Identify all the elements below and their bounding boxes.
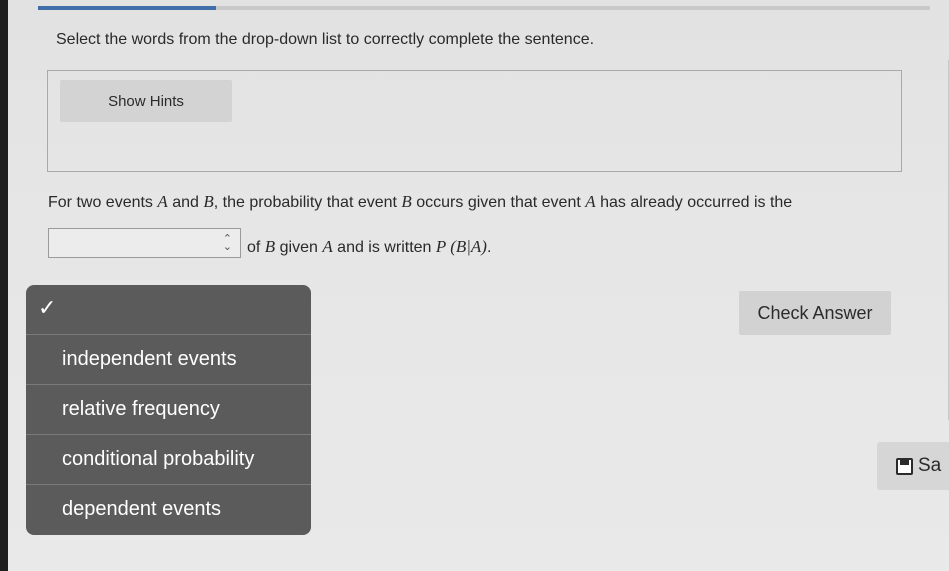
show-hints-button[interactable]: Show Hints <box>60 80 232 122</box>
answer-select[interactable]: ⌃ ⌄ <box>48 228 241 258</box>
progress-bar <box>38 6 930 10</box>
save-label: Sa <box>918 455 942 476</box>
sentence-text: given <box>275 239 323 256</box>
save-button[interactable]: Sa <box>877 442 949 490</box>
variable-a: A <box>157 192 168 211</box>
check-answer-button[interactable]: Check Answer <box>739 291 891 335</box>
sentence-text: of <box>247 239 265 256</box>
variable-b: B <box>264 237 276 256</box>
sentence-line-2: of B given A and is written P (B|A). <box>247 237 491 257</box>
variable-b: B <box>203 192 214 211</box>
variable-b: B <box>401 192 412 211</box>
checkmark-icon[interactable]: ✓ <box>38 295 56 321</box>
dropdown-option[interactable]: dependent events <box>26 484 311 533</box>
progress-fill <box>38 6 217 10</box>
sentence-text: , the probability that event <box>213 194 402 211</box>
dropdown-menu: ✓ independent events relative frequency … <box>26 285 311 535</box>
sentence-text: occurs given that event <box>411 194 586 211</box>
dropdown-option[interactable]: independent events <box>26 334 311 383</box>
sentence-text: For two events <box>48 194 158 211</box>
sentence-text: . <box>486 239 492 256</box>
dropdown-option[interactable]: relative frequency <box>26 384 311 433</box>
probability-notation: P (B|A) <box>435 237 487 256</box>
sentence-text: has already occurred is the <box>595 194 793 211</box>
dropdown-option[interactable]: conditional probability <box>26 434 311 483</box>
save-icon <box>896 457 913 475</box>
sentence-text: and is written <box>332 239 436 256</box>
updown-chevron-icon: ⌃ ⌄ <box>222 233 232 253</box>
left-bezel <box>0 0 8 571</box>
variable-a: A <box>585 192 596 211</box>
variable-a: A <box>322 237 333 256</box>
sentence-text: and <box>167 194 204 211</box>
sentence-line-1: For two events A and B, the probability … <box>48 192 792 212</box>
instruction-text: Select the words from the drop-down list… <box>56 31 595 48</box>
